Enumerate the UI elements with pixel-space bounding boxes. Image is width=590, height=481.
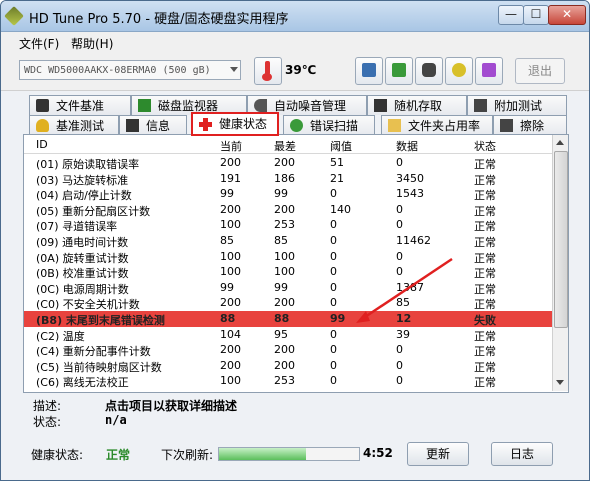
chevron-down-icon	[230, 67, 238, 72]
toolbar: WDC WD5000AAKX-08ERMA0 (500 gB) 39℃ 退出	[1, 52, 589, 91]
main-window: HD Tune Pro 5.70 - 硬盘/固态硬盘实用程序 — ☐ ✕ 文件(…	[0, 0, 590, 481]
camera-icon	[422, 63, 436, 77]
tab-label: 基准测试	[56, 119, 105, 133]
scroll-down-icon[interactable]	[556, 380, 564, 385]
tab-label: 文件基准	[56, 99, 105, 113]
tab-label: 随机存取	[394, 99, 443, 113]
extra-tests-icon	[474, 99, 487, 112]
window-title: HD Tune Pro 5.70 - 硬盘/固态硬盘实用程序	[29, 12, 289, 27]
description-area: 描述: 点击项目以获取详细描述 状态: n/a	[23, 394, 568, 434]
temperature-value: 39℃	[285, 63, 317, 77]
health-value: 正常	[106, 448, 131, 462]
title-bar: HD Tune Pro 5.70 - 硬盘/固态硬盘实用程序 — ☐ ✕	[1, 1, 589, 32]
drive-name: WDC WD5000AAKX-08ERMA0 (500 gB)	[24, 65, 211, 76]
tab-benchmark[interactable]: 基准测试	[29, 115, 119, 135]
tab-extra-tests[interactable]: 附加测试	[467, 95, 567, 115]
minimize-button[interactable]: —	[498, 5, 524, 25]
exit-button[interactable]: 退出	[515, 58, 565, 84]
drive-select[interactable]: WDC WD5000AAKX-08ERMA0 (500 gB)	[19, 60, 241, 80]
copy-info-icon	[362, 63, 376, 77]
copy-info-button[interactable]	[355, 57, 383, 85]
tab-health[interactable]: 健康状态	[191, 112, 279, 136]
pipe-icon	[452, 63, 466, 77]
copy-screen-button[interactable]	[385, 57, 413, 85]
grid-scrollbar[interactable]	[552, 135, 568, 391]
tab-label: 磁盘监视器	[158, 99, 219, 113]
red-arrow-annotation	[356, 257, 453, 323]
download-button[interactable]	[475, 57, 503, 85]
pipe-button[interactable]	[445, 57, 473, 85]
refresh-button[interactable]: 更新	[407, 442, 469, 466]
tab-error-scan[interactable]: 错误扫描	[283, 115, 375, 135]
tab-label: 文件夹占用率	[408, 119, 481, 133]
thermometer-bulb	[262, 73, 272, 81]
log-button[interactable]: 日志	[491, 442, 553, 466]
refresh-progress-fill	[219, 448, 306, 460]
tab-label: 擦除	[520, 119, 545, 133]
menu-file[interactable]: 文件(F)	[19, 35, 59, 52]
maximize-button[interactable]: ☐	[523, 5, 549, 25]
health-cross-icon	[199, 117, 212, 131]
info-icon	[126, 119, 139, 132]
tab-label: 错误扫描	[310, 119, 359, 133]
desc-label: 描述:	[33, 399, 62, 413]
refresh-label: 下次刷新:	[161, 448, 214, 462]
disk-monitor-icon	[138, 99, 151, 112]
random-access-icon	[374, 99, 387, 112]
erase-icon	[500, 119, 513, 132]
menu-help[interactable]: 帮助(H)	[71, 35, 113, 52]
copy-screen-icon	[392, 63, 406, 77]
status-label: 状态:	[33, 415, 62, 429]
refresh-progress	[218, 447, 360, 461]
refresh-time: 4:52	[363, 446, 393, 460]
temperature-button[interactable]	[254, 57, 282, 85]
tab-erase[interactable]: 擦除	[493, 115, 567, 135]
scroll-thumb[interactable]	[554, 151, 568, 328]
status-bar: 健康状态: 正常 下次刷新: 4:52 更新 日志	[11, 439, 579, 469]
error-scan-icon	[290, 119, 303, 132]
file-benchmark-icon	[36, 99, 49, 112]
smart-grid[interactable]: ID 当前 最差 阈值 数据 状态 (01) 原始读取错误率 200 200 51 0 正…	[23, 134, 569, 393]
health-label: 健康状态:	[31, 448, 84, 462]
tab-info[interactable]: 信息	[119, 115, 187, 135]
tab-file-benchmark[interactable]: 文件基准	[29, 95, 131, 115]
benchmark-icon	[36, 119, 49, 132]
tab-folder-usage[interactable]: 文件夹占用率	[381, 115, 493, 135]
speaker-icon	[254, 99, 267, 112]
tab-label: 信息	[146, 119, 171, 133]
status-value: n/a	[105, 413, 127, 427]
tab-label: 附加测试	[494, 99, 543, 113]
tab-label: 自动噪音管理	[274, 99, 347, 113]
app-icon	[4, 6, 24, 26]
folder-icon	[388, 119, 401, 132]
close-button[interactable]: ✕	[548, 5, 586, 25]
menu-bar: 文件(F) 帮助(H)	[1, 32, 589, 52]
download-icon	[482, 63, 496, 77]
tab-label: 健康状态	[219, 117, 268, 131]
scroll-up-icon[interactable]	[556, 140, 564, 145]
desc-value: 点击项目以获取详细描述	[105, 399, 238, 413]
tab-random-access[interactable]: 随机存取	[367, 95, 467, 115]
screenshot-button[interactable]	[415, 57, 443, 85]
